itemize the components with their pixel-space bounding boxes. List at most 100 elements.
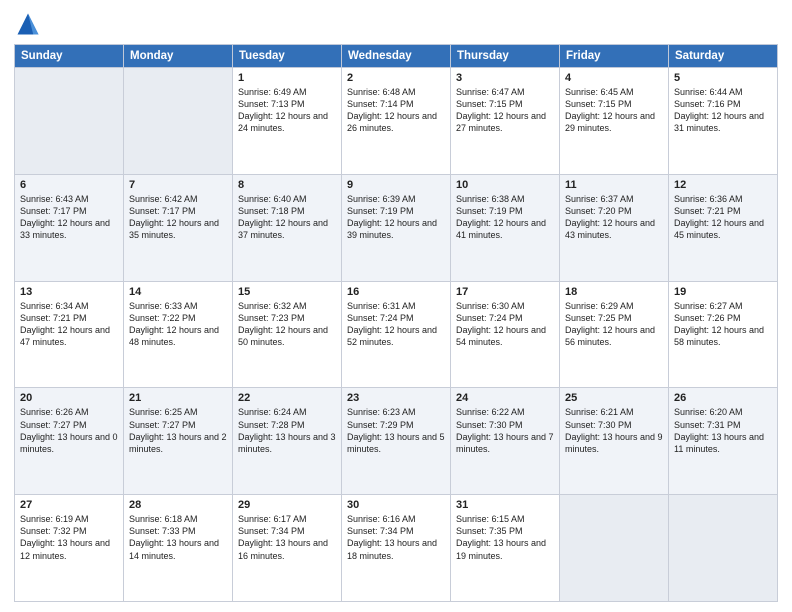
day-number: 19 <box>674 286 772 298</box>
day-info: Sunrise: 6:37 AM Sunset: 7:20 PM Dayligh… <box>565 193 663 242</box>
day-number: 17 <box>456 286 554 298</box>
day-info: Sunrise: 6:49 AM Sunset: 7:13 PM Dayligh… <box>238 86 336 135</box>
day-number: 3 <box>456 72 554 84</box>
day-number: 24 <box>456 392 554 404</box>
calendar-cell: 20Sunrise: 6:26 AM Sunset: 7:27 PM Dayli… <box>15 388 124 495</box>
calendar-cell: 9 Sunrise: 6:39 AM Sunset: 7:19 PM Daylig… <box>342 174 451 281</box>
calendar-cell: 10Sunrise: 6:38 AM Sunset: 7:19 PM Dayli… <box>451 174 560 281</box>
day-info: Sunrise: 6:38 AM Sunset: 7:19 PM Dayligh… <box>456 193 554 242</box>
calendar-cell: 13Sunrise: 6:34 AM Sunset: 7:21 PM Dayli… <box>15 281 124 388</box>
day-info: Sunrise: 6:15 AM Sunset: 7:35 PM Dayligh… <box>456 513 554 562</box>
day-number: 21 <box>129 392 227 404</box>
day-info: Sunrise: 6:43 AM Sunset: 7:17 PM Dayligh… <box>20 193 118 242</box>
day-info: Sunrise: 6:25 AM Sunset: 7:27 PM Dayligh… <box>129 406 227 455</box>
calendar-body: 1 Sunrise: 6:49 AM Sunset: 7:13 PM Daylig… <box>15 68 778 602</box>
day-header-friday: Friday <box>560 45 669 68</box>
week-row-1: 1 Sunrise: 6:49 AM Sunset: 7:13 PM Daylig… <box>15 68 778 175</box>
day-info: Sunrise: 6:21 AM Sunset: 7:30 PM Dayligh… <box>565 406 663 455</box>
day-header-thursday: Thursday <box>451 45 560 68</box>
calendar-cell: 1 Sunrise: 6:49 AM Sunset: 7:13 PM Daylig… <box>233 68 342 175</box>
day-number: 11 <box>565 179 663 191</box>
calendar-cell: 4 Sunrise: 6:45 AM Sunset: 7:15 PM Daylig… <box>560 68 669 175</box>
week-row-3: 13Sunrise: 6:34 AM Sunset: 7:21 PM Dayli… <box>15 281 778 388</box>
calendar-header: SundayMondayTuesdayWednesdayThursdayFrid… <box>15 45 778 68</box>
calendar-cell <box>124 68 233 175</box>
day-info: Sunrise: 6:40 AM Sunset: 7:18 PM Dayligh… <box>238 193 336 242</box>
calendar-cell: 28 Sunrise: 6:18 AM Sunset: 7:33 PM Dayli… <box>124 495 233 602</box>
header <box>14 10 778 38</box>
calendar-cell: 26 Sunrise: 6:20 AM Sunset: 7:31 PM Dayli… <box>669 388 778 495</box>
day-number: 30 <box>347 499 445 511</box>
day-number: 31 <box>456 499 554 511</box>
day-info: Sunrise: 6:45 AM Sunset: 7:15 PM Dayligh… <box>565 86 663 135</box>
week-row-5: 27 Sunrise: 6:19 AM Sunset: 7:32 PM Dayli… <box>15 495 778 602</box>
day-number: 7 <box>129 179 227 191</box>
week-row-2: 6 Sunrise: 6:43 AM Sunset: 7:17 PM Daylig… <box>15 174 778 281</box>
day-header-monday: Monday <box>124 45 233 68</box>
day-number: 6 <box>20 179 118 191</box>
day-number: 28 <box>129 499 227 511</box>
calendar-cell: 23 Sunrise: 6:23 AM Sunset: 7:29 PM Dayli… <box>342 388 451 495</box>
page: SundayMondayTuesdayWednesdayThursdayFrid… <box>0 0 792 612</box>
day-info: Sunrise: 6:26 AM Sunset: 7:27 PM Dayligh… <box>20 406 118 455</box>
day-info: Sunrise: 6:27 AM Sunset: 7:26 PM Dayligh… <box>674 300 772 349</box>
calendar-cell: 8 Sunrise: 6:40 AM Sunset: 7:18 PM Daylig… <box>233 174 342 281</box>
day-info: Sunrise: 6:31 AM Sunset: 7:24 PM Dayligh… <box>347 300 445 349</box>
day-header-saturday: Saturday <box>669 45 778 68</box>
day-number: 25 <box>565 392 663 404</box>
day-info: Sunrise: 6:36 AM Sunset: 7:21 PM Dayligh… <box>674 193 772 242</box>
day-info: Sunrise: 6:30 AM Sunset: 7:24 PM Dayligh… <box>456 300 554 349</box>
day-info: Sunrise: 6:44 AM Sunset: 7:16 PM Dayligh… <box>674 86 772 135</box>
calendar-cell: 27 Sunrise: 6:19 AM Sunset: 7:32 PM Dayli… <box>15 495 124 602</box>
calendar-cell: 31 Sunrise: 6:15 AM Sunset: 7:35 PM Dayli… <box>451 495 560 602</box>
day-info: Sunrise: 6:39 AM Sunset: 7:19 PM Dayligh… <box>347 193 445 242</box>
calendar-cell: 22Sunrise: 6:24 AM Sunset: 7:28 PM Dayli… <box>233 388 342 495</box>
day-number: 29 <box>238 499 336 511</box>
calendar-cell: 24 Sunrise: 6:22 AM Sunset: 7:30 PM Dayli… <box>451 388 560 495</box>
day-number: 8 <box>238 179 336 191</box>
day-info: Sunrise: 6:17 AM Sunset: 7:34 PM Dayligh… <box>238 513 336 562</box>
day-number: 23 <box>347 392 445 404</box>
calendar-cell: 16 Sunrise: 6:31 AM Sunset: 7:24 PM Dayli… <box>342 281 451 388</box>
calendar-cell: 17 Sunrise: 6:30 AM Sunset: 7:24 PM Dayli… <box>451 281 560 388</box>
calendar-cell: 6 Sunrise: 6:43 AM Sunset: 7:17 PM Daylig… <box>15 174 124 281</box>
calendar-table: SundayMondayTuesdayWednesdayThursdayFrid… <box>14 44 778 602</box>
calendar-cell: 14Sunrise: 6:33 AM Sunset: 7:22 PM Dayli… <box>124 281 233 388</box>
day-info: Sunrise: 6:16 AM Sunset: 7:34 PM Dayligh… <box>347 513 445 562</box>
day-info: Sunrise: 6:20 AM Sunset: 7:31 PM Dayligh… <box>674 406 772 455</box>
day-number: 26 <box>674 392 772 404</box>
day-info: Sunrise: 6:23 AM Sunset: 7:29 PM Dayligh… <box>347 406 445 455</box>
calendar-cell <box>560 495 669 602</box>
logo-icon <box>14 10 42 38</box>
day-number: 14 <box>129 286 227 298</box>
calendar-cell: 7Sunrise: 6:42 AM Sunset: 7:17 PM Daylig… <box>124 174 233 281</box>
calendar-cell: 5Sunrise: 6:44 AM Sunset: 7:16 PM Daylig… <box>669 68 778 175</box>
day-number: 12 <box>674 179 772 191</box>
calendar-cell: 18Sunrise: 6:29 AM Sunset: 7:25 PM Dayli… <box>560 281 669 388</box>
day-number: 13 <box>20 286 118 298</box>
day-info: Sunrise: 6:32 AM Sunset: 7:23 PM Dayligh… <box>238 300 336 349</box>
day-info: Sunrise: 6:22 AM Sunset: 7:30 PM Dayligh… <box>456 406 554 455</box>
calendar-cell: 25 Sunrise: 6:21 AM Sunset: 7:30 PM Dayli… <box>560 388 669 495</box>
day-number: 2 <box>347 72 445 84</box>
day-info: Sunrise: 6:47 AM Sunset: 7:15 PM Dayligh… <box>456 86 554 135</box>
calendar-cell: 12 Sunrise: 6:36 AM Sunset: 7:21 PM Dayli… <box>669 174 778 281</box>
day-number: 16 <box>347 286 445 298</box>
day-info: Sunrise: 6:24 AM Sunset: 7:28 PM Dayligh… <box>238 406 336 455</box>
calendar-cell <box>15 68 124 175</box>
day-info: Sunrise: 6:18 AM Sunset: 7:33 PM Dayligh… <box>129 513 227 562</box>
day-number: 4 <box>565 72 663 84</box>
day-header-wednesday: Wednesday <box>342 45 451 68</box>
day-number: 15 <box>238 286 336 298</box>
day-info: Sunrise: 6:19 AM Sunset: 7:32 PM Dayligh… <box>20 513 118 562</box>
day-header-tuesday: Tuesday <box>233 45 342 68</box>
day-number: 9 <box>347 179 445 191</box>
day-number: 1 <box>238 72 336 84</box>
calendar-cell: 21 Sunrise: 6:25 AM Sunset: 7:27 PM Dayli… <box>124 388 233 495</box>
calendar-cell: 3 Sunrise: 6:47 AM Sunset: 7:15 PM Daylig… <box>451 68 560 175</box>
logo <box>14 10 45 38</box>
day-info: Sunrise: 6:29 AM Sunset: 7:25 PM Dayligh… <box>565 300 663 349</box>
calendar-cell: 30 Sunrise: 6:16 AM Sunset: 7:34 PM Dayli… <box>342 495 451 602</box>
calendar-cell <box>669 495 778 602</box>
day-number: 27 <box>20 499 118 511</box>
